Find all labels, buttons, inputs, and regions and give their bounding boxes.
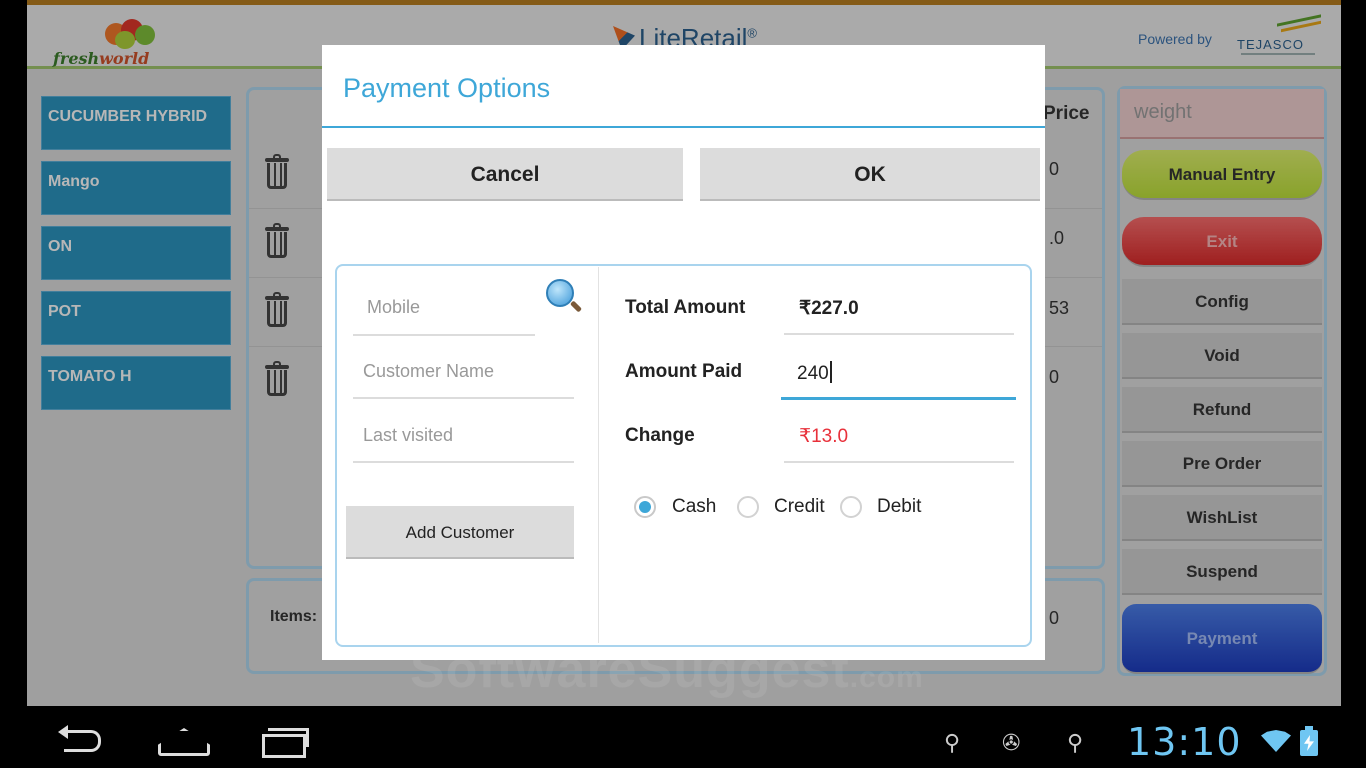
wifi-icon (1261, 730, 1291, 752)
add-customer-button[interactable]: Add Customer (346, 506, 574, 559)
cancel-button[interactable]: Cancel (327, 148, 683, 201)
customer-name-input[interactable]: Customer Name (363, 361, 494, 382)
battery-charging-icon (1300, 726, 1318, 756)
back-icon[interactable] (58, 725, 101, 752)
last-visited-field: Last visited (363, 425, 454, 445)
dialog-title: Payment Options (343, 73, 551, 103)
debit-radio[interactable] (840, 496, 862, 518)
amount-paid-focus-line (781, 397, 1016, 400)
usb-icon: ⚲ (1067, 730, 1084, 755)
search-icon[interactable] (544, 277, 584, 317)
watermark-suffix: .com (849, 661, 924, 694)
credit-radio[interactable] (737, 496, 759, 518)
dialog-title-divider (322, 126, 1045, 128)
amount-paid-value: 240 (797, 363, 829, 384)
ok-button[interactable]: OK (700, 148, 1040, 201)
cash-radio[interactable] (634, 496, 656, 518)
total-amount-value: ₹227.0 (799, 298, 859, 319)
system-nav-bar: ⚲ ✇ ⚲ 13:10 (0, 706, 1366, 768)
watermark-main: SoftwareSuggest (410, 641, 850, 699)
recent-apps-icon[interactable] (262, 728, 309, 758)
box-divider (598, 267, 599, 643)
credit-label[interactable]: Credit (774, 496, 825, 518)
text-cursor (829, 361, 832, 383)
amount-paid-label: Amount Paid (625, 361, 743, 382)
watermark: SoftwareSuggest.com (410, 640, 924, 700)
payment-options-dialog: Payment Options Cancel OK Mobile Custome… (322, 45, 1045, 660)
cash-label[interactable]: Cash (672, 496, 716, 518)
status-clock: 13:10 (1127, 720, 1242, 764)
mobile-input[interactable]: Mobile (367, 297, 420, 318)
usb-icon: ⚲ (944, 730, 961, 755)
android-debug-icon: ✇ (1002, 730, 1021, 755)
home-icon[interactable] (158, 728, 204, 752)
change-label: Change (625, 425, 695, 446)
change-value: ₹13.0 (799, 426, 849, 447)
amount-paid-input[interactable]: 240 (797, 361, 832, 385)
payment-details-box (335, 264, 1032, 647)
android-screen: freshworld LiteRetail® Powered by TEJASC… (0, 0, 1366, 768)
total-amount-label: Total Amount (625, 297, 746, 318)
debit-label[interactable]: Debit (877, 496, 921, 518)
